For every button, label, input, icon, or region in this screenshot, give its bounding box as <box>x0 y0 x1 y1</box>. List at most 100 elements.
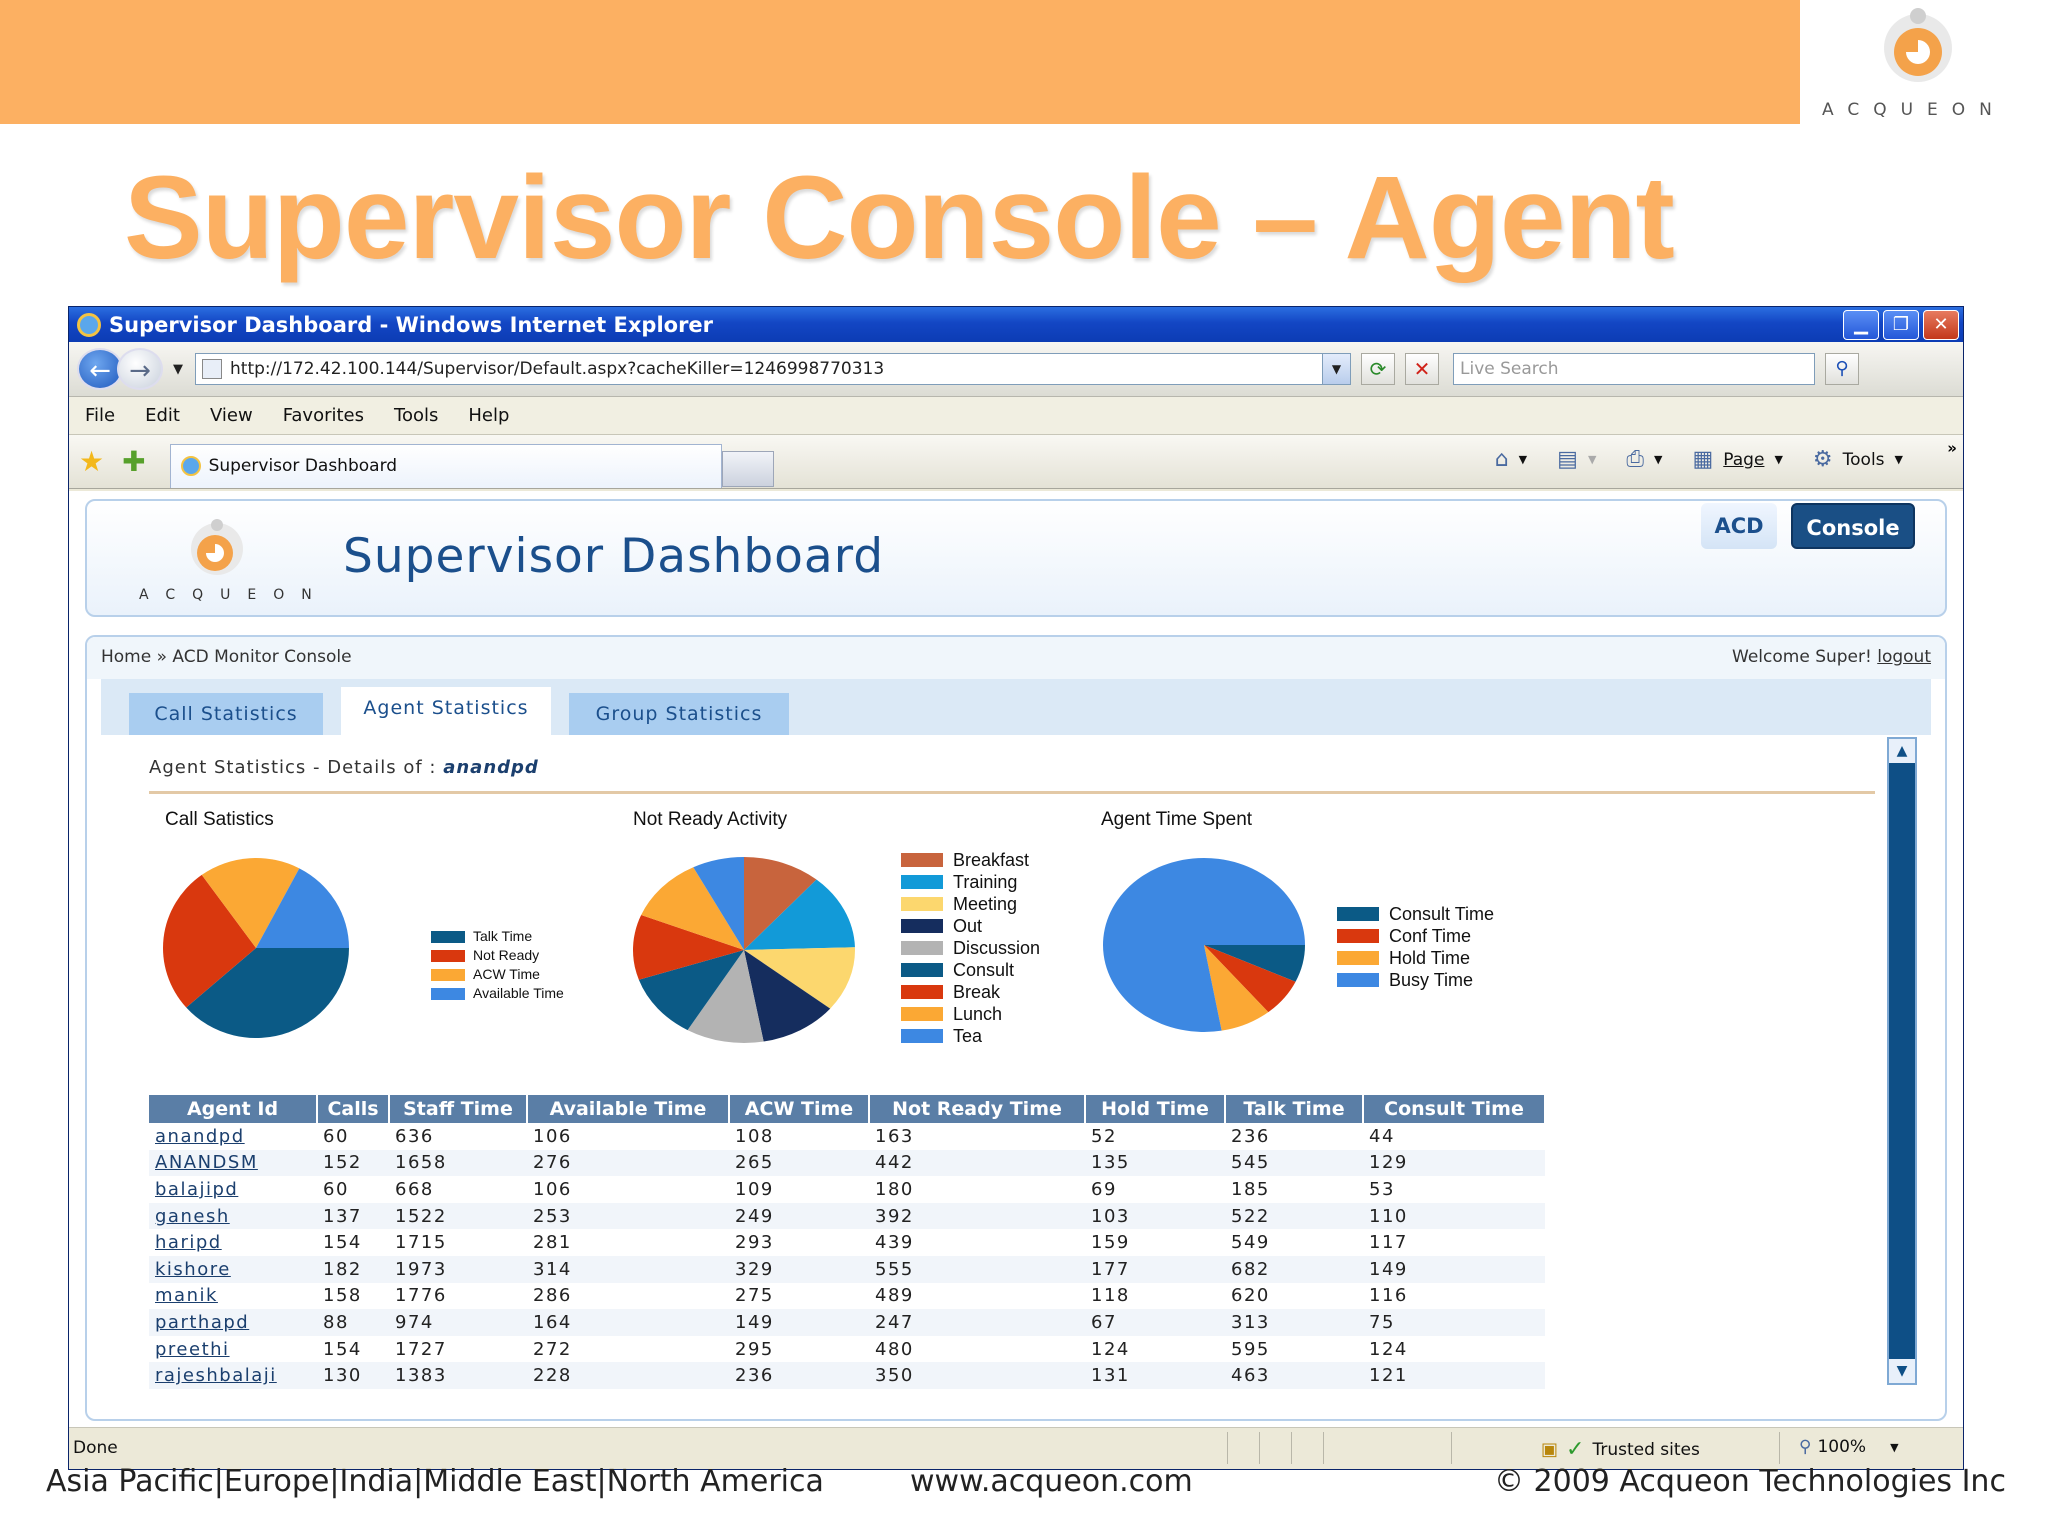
pie-chart-not-ready-activity <box>633 857 855 1043</box>
menu-bar: File Edit View Favorites Tools Help <box>69 397 1963 435</box>
menu-edit[interactable]: Edit <box>145 405 180 426</box>
table-cell: 110 <box>1363 1202 1545 1230</box>
url-input[interactable]: http://172.42.100.144/Supervisor/Default… <box>195 353 1351 385</box>
table-cell: 439 <box>875 1232 914 1254</box>
agent-id-link[interactable]: parthapd <box>149 1309 317 1336</box>
page-dropdown-icon[interactable]: ▼ <box>1774 453 1782 466</box>
minimize-button[interactable]: ▁ <box>1843 310 1879 340</box>
column-header[interactable]: Available Time <box>527 1095 730 1123</box>
menu-view[interactable]: View <box>210 405 253 426</box>
table-cell: 88 <box>317 1309 389 1336</box>
menu-favorites[interactable]: Favorites <box>283 405 364 426</box>
column-header[interactable]: Talk Time <box>1225 1095 1364 1123</box>
chart-title-not-ready-activity: Not Ready Activity <box>633 809 788 830</box>
column-header[interactable]: Not Ready Time <box>869 1095 1086 1123</box>
table-cell: 106 <box>533 1178 572 1200</box>
details-label: Agent Statistics - Details of : <box>149 757 437 778</box>
stop-button[interactable]: ✕ <box>1405 353 1439 385</box>
print-dropdown-icon[interactable]: ▼ <box>1654 453 1662 466</box>
legend-item: Consult <box>901 959 1040 981</box>
security-zone[interactable]: ▣ ✓ Trusted sites <box>1541 1437 1700 1462</box>
table-cell: 118 <box>1091 1285 1130 1307</box>
agent-id-link[interactable]: balajipd <box>149 1176 317 1203</box>
agent-id-link[interactable]: kishore <box>149 1255 317 1283</box>
pie-chart-call-statistics <box>163 858 349 1038</box>
column-header[interactable]: ACW Time <box>729 1095 870 1123</box>
legend-swatch <box>431 930 465 943</box>
search-input[interactable]: Live Search <box>1453 353 1815 385</box>
table-cell: 522 <box>1225 1202 1363 1230</box>
history-dropdown-icon[interactable]: ▼ <box>173 362 183 377</box>
column-header[interactable]: Hold Time <box>1085 1095 1226 1123</box>
agent-id-link[interactable]: manik <box>149 1283 317 1310</box>
table-cell: 60 <box>323 1178 349 1200</box>
zoom-control[interactable]: ⚲ 100% ▼ <box>1799 1437 1899 1457</box>
menu-tools[interactable]: Tools <box>394 405 438 426</box>
menu-help[interactable]: Help <box>468 405 509 426</box>
console-button[interactable]: Console <box>1791 503 1915 549</box>
close-button[interactable]: ✕ <box>1923 310 1959 340</box>
scroll-up-icon[interactable]: ▲ <box>1889 739 1915 763</box>
agent-id-link[interactable]: haripd <box>149 1229 317 1256</box>
home-dropdown-icon[interactable]: ▼ <box>1519 453 1527 466</box>
add-favorite-icon[interactable]: ✚ <box>122 445 145 478</box>
browser-tab-active[interactable]: Supervisor Dashboard <box>169 443 722 488</box>
table-cell: 314 <box>527 1255 729 1283</box>
agent-id-link[interactable]: preethi <box>149 1336 317 1363</box>
legend-label: Breakfast <box>953 850 1030 870</box>
table-row: parthapd 88 974 164 149 247 67 313 75 <box>149 1309 1545 1336</box>
new-tab-button[interactable] <box>721 450 774 487</box>
tools-dropdown-icon[interactable]: ▼ <box>1895 453 1903 466</box>
table-cell: 117 <box>1369 1232 1408 1254</box>
table-cell: 159 <box>1091 1232 1130 1254</box>
page-menu[interactable]: Page <box>1723 450 1764 470</box>
tools-menu[interactable]: Tools <box>1843 450 1885 470</box>
agent-id-link[interactable]: anandpd <box>149 1123 317 1150</box>
search-button[interactable]: ⚲ <box>1825 353 1859 385</box>
table-cell: 329 <box>729 1255 869 1283</box>
column-header[interactable]: Agent Id <box>149 1095 318 1123</box>
breadcrumb[interactable]: Home » ACD Monitor Console <box>101 647 352 667</box>
favorites-star-icon[interactable]: ★ <box>79 445 104 478</box>
agent-id-link[interactable]: rajeshbalaji <box>149 1362 317 1389</box>
menu-file[interactable]: File <box>85 405 115 426</box>
table-cell: 228 <box>527 1362 729 1389</box>
column-header[interactable]: Staff Time <box>389 1095 528 1123</box>
table-cell: 463 <box>1225 1362 1363 1389</box>
table-cell: 103 <box>1085 1202 1225 1230</box>
table-cell: 668 <box>395 1178 434 1200</box>
table-cell: 1383 <box>389 1362 527 1389</box>
scroll-down-icon[interactable]: ▼ <box>1889 1359 1915 1383</box>
print-icon[interactable]: ⎙ <box>1626 447 1644 472</box>
agent-id-link[interactable]: ganesh <box>149 1202 317 1230</box>
legend-swatch <box>1337 951 1379 965</box>
url-dropdown-icon[interactable]: ▼ <box>1322 354 1350 384</box>
tab-group-statistics[interactable]: Group Statistics <box>569 693 789 735</box>
pie-chart-agent-time-spent <box>1103 858 1305 1032</box>
slide-top-banner <box>0 0 1800 124</box>
vertical-scrollbar[interactable]: ▲ ▼ <box>1887 737 1917 1385</box>
refresh-button[interactable]: ⟳ <box>1361 353 1395 385</box>
acd-button[interactable]: ACD <box>1701 503 1777 549</box>
table-row: haripd 154 1715 281 293 439 159 549 117 <box>149 1229 1545 1256</box>
forward-button[interactable]: → <box>117 348 163 390</box>
agent-id-link[interactable]: ANANDSM <box>149 1149 317 1177</box>
feeds-icon[interactable]: ▤ <box>1557 447 1578 472</box>
acqueon-logo <box>191 519 243 575</box>
table-cell: 265 <box>729 1149 869 1177</box>
logout-link[interactable]: logout <box>1877 647 1931 667</box>
zoom-dropdown-icon[interactable]: ▼ <box>1890 1441 1898 1454</box>
column-header[interactable]: Consult Time <box>1363 1095 1546 1123</box>
welcome-area: Welcome Super! logout <box>1732 647 1931 667</box>
status-done: Done <box>73 1438 118 1458</box>
legend-not-ready-activity: Breakfast Training Meeting Out Discussion Con… <box>901 849 1040 1047</box>
column-header[interactable]: Calls <box>317 1095 390 1123</box>
chevron-more-icon[interactable]: » <box>1947 439 1957 457</box>
table-cell: 106 <box>533 1125 572 1147</box>
home-icon[interactable]: ⌂ <box>1495 447 1509 472</box>
tab-call-statistics[interactable]: Call Statistics <box>129 693 323 735</box>
restore-button[interactable]: ❐ <box>1883 310 1919 340</box>
table-cell: 1727 <box>395 1338 447 1360</box>
tab-agent-statistics[interactable]: Agent Statistics <box>341 687 551 735</box>
browser-tab-label: Supervisor Dashboard <box>208 456 398 476</box>
